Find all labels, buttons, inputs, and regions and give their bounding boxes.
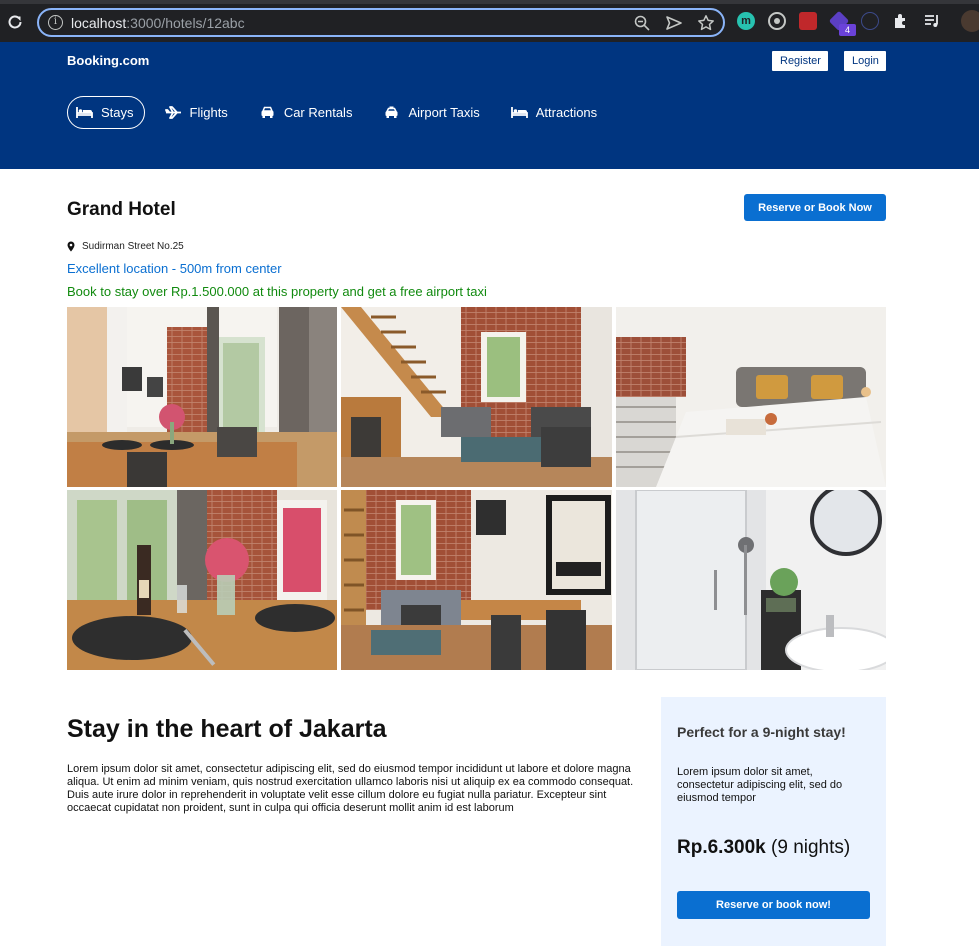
address-bar-url[interactable]: localhost:3000/hotels/12abc: [71, 15, 245, 31]
reload-icon[interactable]: [6, 13, 24, 31]
nav-item-car-rentals[interactable]: Car Rentals: [250, 96, 364, 129]
media-control-icon[interactable]: [923, 12, 941, 30]
price-card-title: Perfect for a 9-night stay!: [677, 724, 846, 740]
nav-item-airport-taxis[interactable]: Airport Taxis: [374, 96, 490, 129]
extension-m-icon[interactable]: m: [737, 12, 755, 30]
photo-gallery: [67, 307, 886, 670]
price-total: Rp.6.300k (9 nights): [677, 837, 850, 859]
plane-icon: [164, 106, 181, 119]
address-text: Sudirman Street No.25: [82, 241, 184, 252]
nav-label: Attractions: [535, 105, 598, 120]
nav-item-flights[interactable]: Flights: [156, 96, 239, 129]
hotel-photo-bedroom[interactable]: [616, 307, 886, 487]
hotel-address: Sudirman Street No.25: [67, 241, 184, 252]
zoom-out-icon[interactable]: [633, 14, 651, 32]
hotel-photo-living-dining[interactable]: [67, 307, 337, 487]
hotel-photo-lounge-poster[interactable]: [341, 490, 612, 670]
nav-item-attractions[interactable]: Attractions: [502, 96, 608, 129]
taxi-icon: [385, 106, 398, 118]
bed-icon: [76, 107, 93, 118]
extension-account-icon[interactable]: [861, 12, 879, 30]
nav-label: Car Rentals: [283, 105, 353, 120]
price-card-description: Lorem ipsum dolor sit amet, consectetur …: [677, 766, 843, 804]
url-path: :3000/hotels/12abc: [126, 15, 245, 31]
section-title: Stay in the heart of Jakarta: [67, 715, 387, 743]
price-card: Perfect for a 9-night stay! Lorem ipsum …: [661, 697, 886, 946]
hotel-description: Lorem ipsum dolor sit amet, consectetur …: [67, 763, 634, 814]
extension-red-icon[interactable]: [799, 12, 817, 30]
location-highlight: Excellent location - 500m from center: [67, 261, 282, 276]
bookmark-star-icon[interactable]: [697, 14, 715, 32]
nav-item-stays[interactable]: Stays: [67, 96, 145, 129]
hotel-title: Grand Hotel: [67, 199, 176, 220]
nav-label: Stays: [101, 105, 134, 120]
address-bar[interactable]: i localhost:3000/hotels/12abc: [37, 8, 725, 37]
reserve-now-button[interactable]: Reserve or book now!: [677, 891, 870, 919]
extension-badge: 4: [839, 24, 856, 36]
login-button[interactable]: Login: [844, 51, 886, 71]
site-header: Booking.com Register Login Stays Flights: [0, 42, 979, 169]
profile-avatar[interactable]: [961, 10, 979, 32]
brand-logo[interactable]: Booking.com: [67, 53, 149, 68]
browser-toolbar: i localhost:3000/hotels/12abc m 4: [0, 0, 979, 42]
url-host: localhost: [71, 15, 127, 31]
bed-icon: [510, 107, 528, 118]
reserve-button[interactable]: Reserve or Book Now: [744, 194, 886, 221]
site-info-icon[interactable]: i: [48, 15, 63, 30]
price-amount: Rp.6.300k: [677, 837, 766, 858]
extension-target-icon[interactable]: [768, 12, 786, 30]
hotel-photo-dining-table[interactable]: [67, 490, 337, 670]
nav-label: Flights: [189, 105, 228, 120]
tab-strip-edge: [0, 0, 979, 4]
hotel-photo-bathroom[interactable]: [616, 490, 886, 670]
hotel-photo-loft-stairs[interactable]: [341, 307, 612, 487]
main-nav: Stays Flights Car Rentals Airport Taxis …: [67, 96, 619, 129]
send-icon[interactable]: [665, 14, 683, 32]
price-nights: (9 nights): [771, 837, 851, 858]
car-icon: [261, 106, 274, 118]
extensions-puzzle-icon[interactable]: [892, 12, 910, 30]
location-pin-icon: [67, 241, 75, 252]
promo-highlight: Book to stay over Rp.1.500.000 at this p…: [67, 284, 487, 299]
nav-label: Airport Taxis: [408, 105, 480, 120]
register-button[interactable]: Register: [772, 51, 828, 71]
